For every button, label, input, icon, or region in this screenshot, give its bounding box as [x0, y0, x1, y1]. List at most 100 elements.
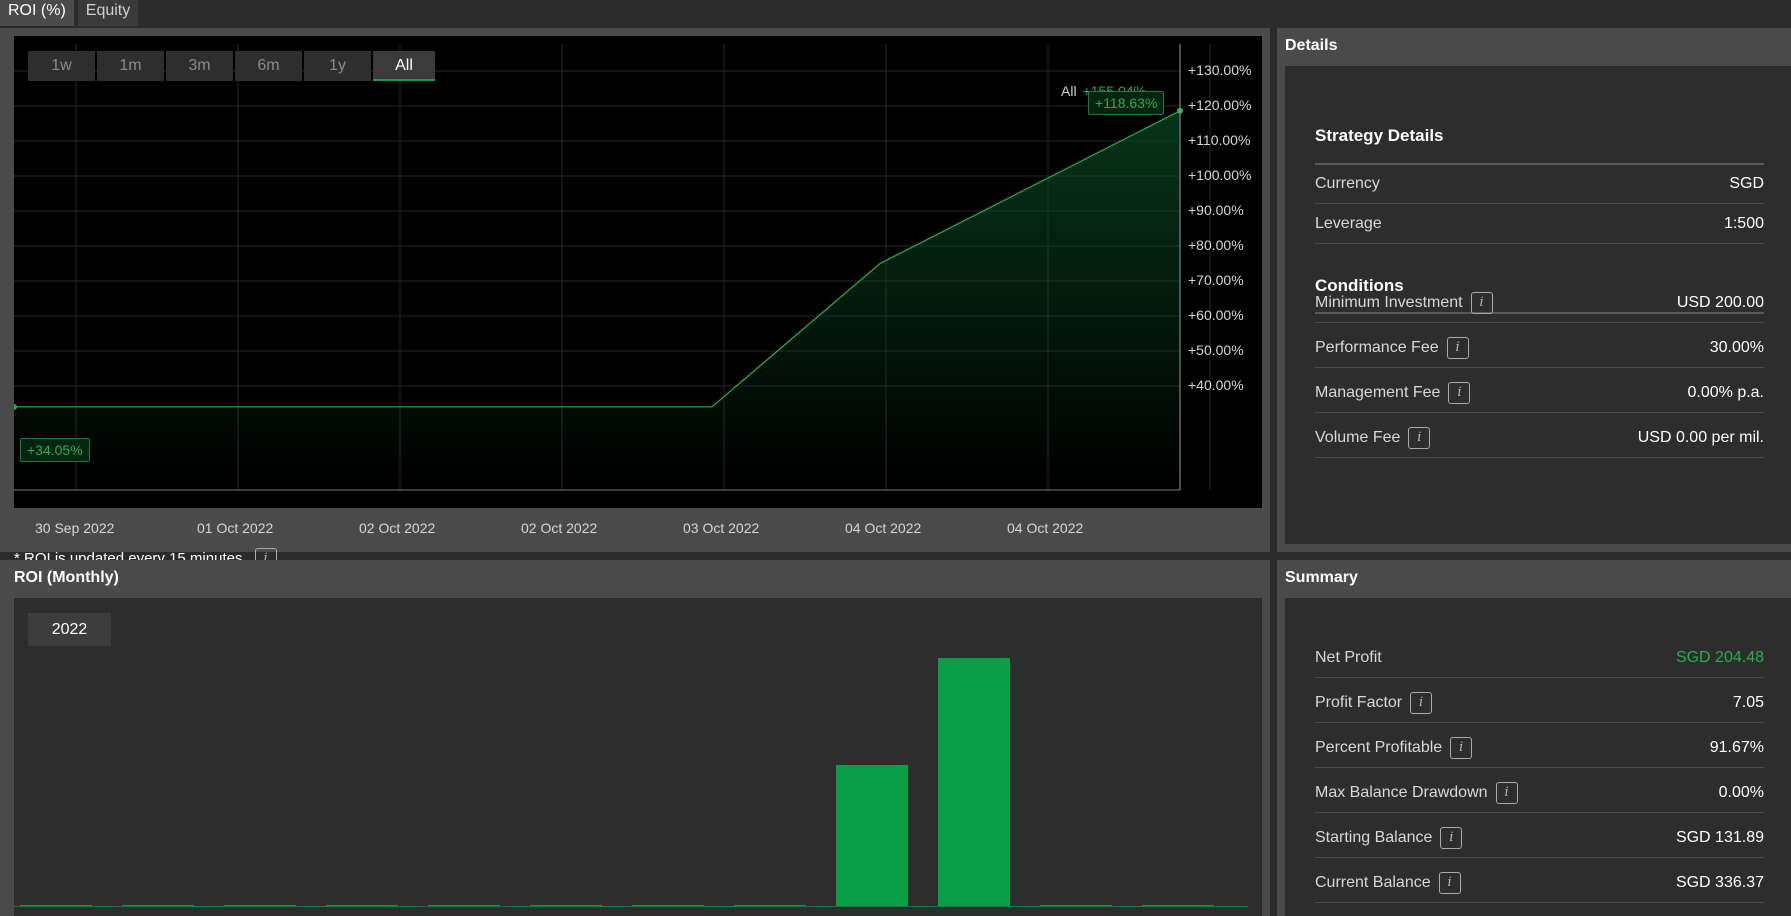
row-value: 0.00% p.a.: [1687, 383, 1765, 401]
monthly-roi-bar[interactable]: [224, 905, 296, 906]
year-2022-button[interactable]: 2022: [28, 613, 111, 646]
range-6m-button[interactable]: 6m: [235, 51, 302, 81]
y-tick-label: +130.00%: [1188, 62, 1252, 78]
start-value-badge: +34.05%: [20, 438, 90, 462]
strategy-details-heading: Strategy Details: [1315, 126, 1444, 145]
monthly-roi-bar[interactable]: [326, 905, 398, 906]
row-value: 91.67%: [1709, 738, 1764, 756]
monthly-roi-bar[interactable]: [1142, 905, 1214, 906]
monthly-roi-bar[interactable]: [20, 905, 92, 906]
info-icon[interactable]: i: [1438, 871, 1461, 894]
row-label: Volume Fee i: [1315, 426, 1431, 449]
y-tick-label: +90.00%: [1188, 202, 1244, 218]
x-tick-label: 04 Oct 2022: [1007, 520, 1084, 536]
detail-row: Volume Fee i USD 0.00 per mil.: [1315, 418, 1764, 458]
row-label: Starting Balance i: [1315, 826, 1463, 849]
row-value: 1:500: [1723, 214, 1764, 232]
info-icon[interactable]: i: [1448, 381, 1471, 404]
row-value: 30.00%: [1709, 338, 1764, 356]
row-value: 7.05: [1732, 693, 1764, 711]
monthly-roi-bar[interactable]: [734, 905, 806, 906]
monthly-roi-bar[interactable]: [530, 905, 602, 906]
detail-row: Performance Fee i 30.00%: [1315, 328, 1764, 368]
monthly-roi-bar[interactable]: [836, 765, 908, 906]
summary-card: Net Profit SGD 204.48 Profit Factor i 7.05 Pe…: [1285, 598, 1791, 916]
row-label: Management Fee i: [1315, 381, 1471, 404]
row-label: Minimum Investment i: [1315, 291, 1493, 314]
all-return-label: All: [1061, 83, 1077, 99]
monthly-roi-bar[interactable]: [632, 905, 704, 906]
x-tick-label: 03 Oct 2022: [683, 520, 760, 536]
range-1w-button[interactable]: 1w: [28, 51, 95, 81]
y-tick-label: +120.00%: [1188, 97, 1252, 113]
roi-panel: 1w 1m 3m 6m 1y All All+155.04% +118.63% …: [0, 28, 1270, 570]
tab-equity[interactable]: Equity: [77, 0, 139, 26]
range-all-button[interactable]: All: [373, 51, 435, 81]
roi-area-fill: [14, 110, 1180, 491]
details-title: Details: [1285, 37, 1338, 54]
view-tabs: ROI (%) Equity: [0, 0, 139, 26]
row-value: USD 200.00: [1676, 293, 1764, 311]
row-value: SGD 204.48: [1675, 648, 1764, 666]
roi-chart: 1w 1m 3m 6m 1y All All+155.04% +118.63% …: [14, 36, 1262, 536]
row-label: Percent Profitable i: [1315, 736, 1473, 759]
x-tick-label: 02 Oct 2022: [521, 520, 598, 536]
range-1y-button[interactable]: 1y: [304, 51, 371, 81]
info-icon[interactable]: i: [1450, 736, 1473, 759]
x-tick-label: 30 Sep 2022: [35, 520, 115, 536]
details-card: Strategy Details Currency SGD Leverage 1:50…: [1285, 66, 1791, 544]
info-icon[interactable]: i: [1410, 691, 1433, 714]
monthly-roi-chart: 2022: [14, 598, 1262, 916]
row-label: Max Balance Drawdown i: [1315, 781, 1518, 804]
detail-row: Max Balance Drawdown i 0.00%: [1315, 773, 1764, 813]
row-value: USD 0.00 per mil.: [1637, 428, 1764, 446]
info-icon[interactable]: i: [1408, 426, 1431, 449]
detail-row: Management Fee i 0.00% p.a.: [1315, 373, 1764, 413]
info-icon[interactable]: i: [1470, 291, 1493, 314]
roi-chart-svg: [14, 44, 1211, 491]
monthly-roi-bar[interactable]: [122, 905, 194, 906]
y-tick-label: +70.00%: [1188, 272, 1244, 288]
detail-row: Starting Balance i SGD 131.89: [1315, 818, 1764, 858]
info-icon[interactable]: i: [1495, 781, 1518, 804]
row-label: Profit Factor i: [1315, 691, 1433, 714]
y-tick-label: +100.00%: [1188, 167, 1252, 183]
row-value: SGD 131.89: [1675, 828, 1764, 846]
monthly-roi-bar[interactable]: [428, 905, 500, 906]
row-value: SGD: [1729, 174, 1764, 192]
row-value: SGD 336.37: [1675, 873, 1764, 891]
range-buttons: 1w 1m 3m 6m 1y All: [28, 51, 435, 81]
y-tick-label: +60.00%: [1188, 307, 1244, 323]
y-tick-label: +40.00%: [1188, 377, 1244, 393]
monthly-roi-title: ROI (Monthly): [14, 569, 119, 586]
info-icon[interactable]: i: [1446, 336, 1469, 359]
monthly-roi-panel: ROI (Monthly) 2022: [0, 560, 1270, 916]
monthly-roi-bar[interactable]: [938, 658, 1010, 906]
row-value: 0.00%: [1718, 783, 1764, 801]
y-tick-label: +80.00%: [1188, 237, 1244, 253]
tab-roi[interactable]: ROI (%): [0, 0, 74, 26]
range-3m-button[interactable]: 3m: [166, 51, 233, 81]
row-label: Current Balance i: [1315, 871, 1461, 894]
x-tick-label: 04 Oct 2022: [845, 520, 922, 536]
x-tick-label: 01 Oct 2022: [197, 520, 274, 536]
detail-row: Profit Factor i 7.05: [1315, 683, 1764, 723]
row-label: Leverage: [1315, 214, 1382, 232]
summary-panel: Summary Net Profit SGD 204.48 Profit Facto…: [1277, 560, 1791, 916]
y-tick-label: +110.00%: [1188, 132, 1251, 148]
range-1m-button[interactable]: 1m: [97, 51, 164, 81]
row-label: Performance Fee i: [1315, 336, 1469, 359]
end-value-badge: +118.63%: [1088, 91, 1165, 115]
chart-baseline: [14, 906, 1248, 907]
detail-row: Currency SGD: [1315, 164, 1764, 204]
x-tick-label: 02 Oct 2022: [359, 520, 436, 536]
detail-row: Leverage 1:500: [1315, 204, 1764, 244]
monthly-roi-bar[interactable]: [1040, 905, 1112, 906]
detail-row: Current Balance i SGD 336.37: [1315, 863, 1764, 903]
info-icon[interactable]: i: [1440, 826, 1463, 849]
row-label: Currency: [1315, 174, 1380, 192]
summary-title: Summary: [1285, 569, 1358, 586]
detail-row: Net Profit SGD 204.48: [1315, 638, 1764, 678]
details-panel: Details Strategy Details Currency SGD Leve…: [1277, 28, 1791, 552]
row-label: Net Profit: [1315, 648, 1382, 666]
